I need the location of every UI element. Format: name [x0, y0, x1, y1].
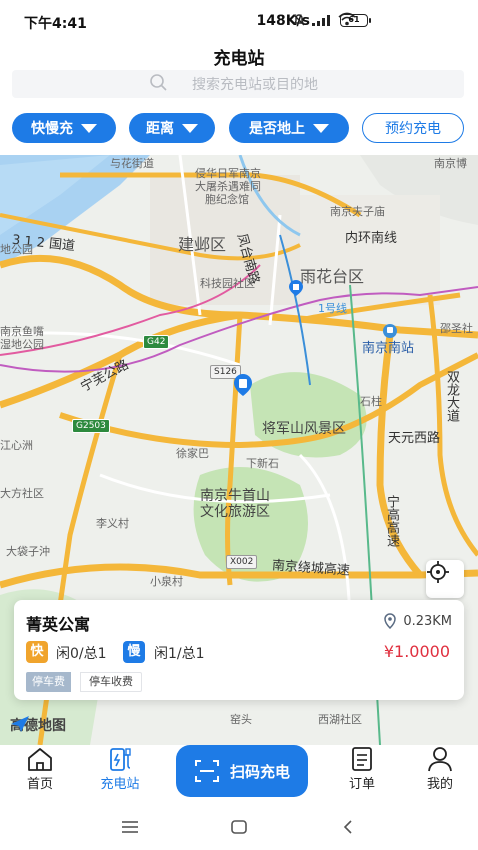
map-label-shuanglong: 双龙大道: [444, 370, 459, 422]
filter-distance-label: 距离: [146, 121, 174, 137]
bottom-tab-bar: 首页 充电站 扫码充电 订单 我的: [0, 745, 478, 805]
amap-logo: 高德地图: [10, 715, 66, 735]
map-label-yuhuatai: 雨花台区: [300, 267, 365, 286]
tab-home-label: 首页: [26, 777, 53, 792]
mute-bell-icon: [293, 14, 305, 26]
map-label-fuzimiao: 南京夫子庙: [330, 205, 385, 218]
map-label-park: 地公园: [0, 243, 33, 256]
scan-charge-button[interactable]: 扫码充电: [176, 745, 308, 797]
map-label-line1: 1号线: [318, 302, 347, 315]
locate-button[interactable]: [426, 560, 464, 598]
parking-fee-tag: 停车费: [26, 672, 71, 692]
map-label-dafang: 大方社区: [0, 487, 44, 500]
tab-stations[interactable]: 充电站: [80, 745, 160, 792]
station-name: 菁英公寓: [26, 615, 91, 634]
map-label-yaotou: 窑头: [230, 713, 252, 726]
tab-home[interactable]: 首页: [0, 745, 80, 792]
road-badge-x002: X002: [226, 555, 258, 569]
page-title: 充电站: [213, 49, 265, 69]
fast-badge: 快: [26, 641, 48, 663]
back-icon[interactable]: [340, 818, 356, 836]
filter-reserve-label: 预约充电: [385, 121, 441, 137]
slow-stat: 闲1/总1: [154, 646, 205, 662]
map-label-shizhu: 石柱: [360, 395, 382, 408]
system-nav-bar: [0, 805, 478, 850]
signal-icon: [312, 15, 330, 26]
map-label-tech: 科技园社区: [200, 277, 255, 290]
station-price: ¥1.0000: [383, 642, 450, 661]
map-label-ninggao: 宁高高速: [384, 495, 399, 547]
location-pin-icon: [384, 613, 397, 629]
status-bar: 下午4:41 148K/s 61: [0, 0, 478, 40]
slow-badge: 慢: [123, 641, 145, 663]
charging-station-icon: [110, 748, 131, 771]
map-label-xiaoquan: 小泉村: [150, 575, 183, 588]
orders-icon: [352, 747, 372, 771]
map-label-nanjingbo: 南京博: [434, 157, 467, 170]
map-label-jianye: 建邺区: [178, 235, 227, 254]
crosshair-icon: [427, 561, 449, 583]
status-time: 下午4:41: [24, 16, 87, 32]
road-badge-g42: G42: [143, 335, 170, 349]
search-icon: [150, 74, 167, 91]
filter-ground-label: 是否地上: [249, 121, 305, 137]
menu-icon[interactable]: [120, 819, 140, 835]
map-label-memorial-3: 胞纪念馆: [205, 193, 249, 206]
filter-bar: 快慢充 距离 是否地上 预约充电: [0, 113, 478, 145]
map-label-daxing: 大袋子沖: [6, 545, 50, 558]
amap-logo-icon: [11, 716, 29, 732]
parking-fee-value: 停车收费: [80, 672, 142, 692]
map-label-tianyuan: 天元西路: [388, 431, 441, 446]
station-card[interactable]: 菁英公寓 0.23KM 快 闲0/总1 慢 闲1/总1 ¥1.0000 停车费 …: [14, 600, 464, 700]
filter-fast-slow-label: 快慢充: [31, 121, 73, 137]
filter-distance[interactable]: 距离: [129, 113, 215, 143]
caret-down-icon: [182, 123, 198, 133]
map-label-shaoxing: 邵圣社: [440, 322, 473, 335]
battery-level: 61: [348, 15, 360, 24]
battery-icon: 61: [340, 14, 371, 27]
home-square-icon[interactable]: [229, 818, 249, 836]
map-label-hill: 将军山风景区: [262, 421, 346, 437]
map-label-xujiaba: 徐家巴: [176, 447, 209, 460]
map-label-top-area: 与花街道: [110, 157, 154, 170]
tab-orders[interactable]: 订单: [322, 745, 402, 792]
search-input[interactable]: 搜索充电站或目的地: [192, 74, 318, 94]
map-label-xihu: 西湖社区: [318, 713, 362, 726]
caret-down-icon: [313, 123, 329, 133]
user-icon: [428, 747, 452, 772]
filter-fast-slow[interactable]: 快慢充: [12, 113, 116, 143]
scan-icon: [194, 760, 219, 782]
road-badge-g2503: G2503: [72, 419, 110, 433]
charging-pin-icon[interactable]: [288, 279, 304, 297]
filter-ground[interactable]: 是否地上: [229, 113, 349, 143]
search-bar[interactable]: 搜索充电站或目的地: [12, 70, 464, 98]
map-label-niushoushan-2: 文化旅游区: [200, 504, 270, 520]
tab-stations-label: 充电站: [100, 777, 140, 792]
map-label-liyi: 李义村: [96, 517, 129, 530]
tab-mine-label: 我的: [426, 777, 453, 792]
tab-orders-label: 订单: [348, 777, 375, 792]
map-label-jiangxin: 江心洲: [0, 439, 33, 452]
map-label-yuchun-2: 湿地公园: [0, 338, 44, 351]
filter-reserve[interactable]: 预约充电: [362, 113, 464, 143]
charging-pin-icon[interactable]: [232, 373, 254, 397]
home-icon: [28, 748, 52, 771]
station-distance-value: 0.23KM: [403, 613, 452, 629]
tab-mine[interactable]: 我的: [400, 745, 478, 792]
map-label-inner-ring: 内环南线: [345, 231, 398, 246]
map-label-nanjing-south: 南京南站: [362, 341, 415, 356]
fast-stat: 闲0/总1: [56, 646, 107, 662]
caret-down-icon: [81, 123, 97, 133]
map-label-xiashi: 下新石: [246, 457, 279, 470]
station-distance: 0.23KM: [383, 613, 452, 629]
scan-charge-label: 扫码充电: [229, 762, 290, 781]
